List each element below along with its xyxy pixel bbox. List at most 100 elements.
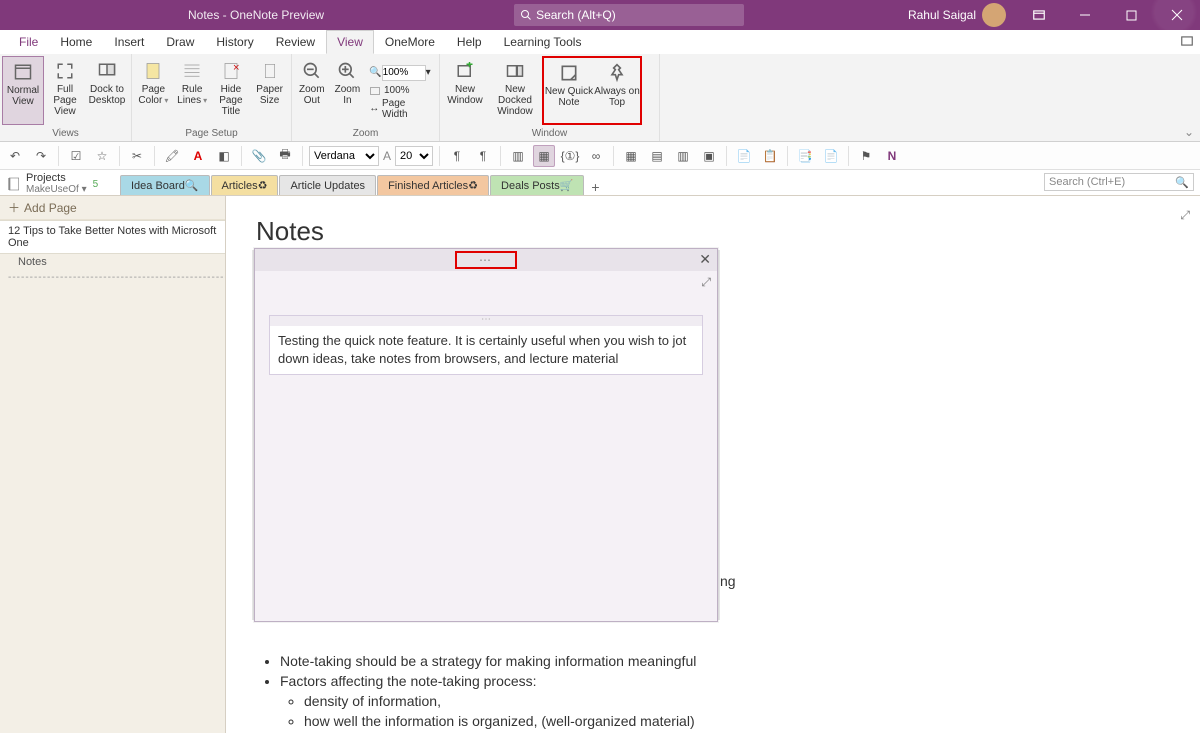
page-color-button[interactable]: Page Color [134,56,173,125]
highlight-button[interactable]: 🖍 [161,145,183,167]
undo-button[interactable]: ↶ [4,145,26,167]
quick-note-handle[interactable]: ⋯ [455,251,517,269]
section-articles[interactable]: Articles♻ [211,175,279,195]
section-idea-board[interactable]: Idea Board🔍 [120,175,210,195]
group-label-views: Views [0,127,131,141]
quick-note-text-container[interactable]: ⋯ Testing the quick note feature. It is … [269,315,703,375]
notebook-selector[interactable]: Projects MakeUseOf ▾ 5 [0,173,120,195]
group-label-window: Window [440,127,659,141]
search-placeholder: Search (Alt+Q) [536,8,616,22]
avatar[interactable] [982,3,1006,27]
table3-button[interactable]: ▥ [672,145,694,167]
zoom-percent-input[interactable] [382,65,426,81]
ribbon-display-button[interactable] [1016,0,1062,30]
todo-button[interactable]: ☑ [65,145,87,167]
tag-button[interactable]: ☆ [91,145,113,167]
code-button[interactable]: {①} [559,145,581,167]
section-finished-articles[interactable]: Finished Articles♻ [377,175,489,195]
quick-note-expand-icon[interactable]: ⤢ [701,275,711,290]
action2-button[interactable]: 📋 [759,145,781,167]
section-deals-posts[interactable]: Deals Posts🛒 [490,175,584,195]
tab-learning-tools[interactable]: Learning Tools [493,30,593,54]
zoom-in-icon [337,61,357,81]
quick-note-text[interactable]: Testing the quick note feature. It is ce… [270,326,702,374]
tab-home[interactable]: Home [49,30,103,54]
table2-button[interactable]: ▤ [646,145,668,167]
normal-view-button[interactable]: Normal View [2,56,44,125]
tab-onemore[interactable]: OneMore [374,30,446,54]
new-docked-window-button[interactable]: New Docked Window [488,56,542,125]
zoom-percent-field[interactable]: 🔍 ▾ [369,64,433,82]
full-page-toggle-icon[interactable]: ⤢ [1180,208,1190,223]
section-article-updates[interactable]: Article Updates [279,175,376,195]
table1-button[interactable]: ▦ [620,145,642,167]
ribbon-expand-icon[interactable]: ⌄ [1184,125,1194,139]
printout-button[interactable]: 🖶 [274,145,296,167]
hide-page-title-button[interactable]: Hide Page Title [212,56,251,125]
page-width-button[interactable]: ↔ Page Width [369,100,433,118]
tab-draw[interactable]: Draw [155,30,205,54]
search-cmd-button[interactable]: 📑 [794,145,816,167]
screen-clip-button[interactable]: ✂ [126,145,148,167]
font-select[interactable]: Verdana [309,146,379,166]
maximize-button[interactable] [1108,0,1154,30]
tab-file[interactable]: File [8,30,49,54]
tab-review[interactable]: Review [265,30,326,54]
dock-to-desktop-button[interactable]: Dock to Desktop [86,56,128,125]
ltr-button[interactable]: ¶ [446,145,468,167]
search-icon: 🔍 [1175,176,1189,189]
font-size-select[interactable]: 20 [395,146,433,166]
zoom-out-button[interactable]: Zoom Out [294,56,330,125]
quick-note-icon [559,63,579,83]
search-box[interactable]: Search (Alt+Q) [514,4,744,26]
tab-insert[interactable]: Insert [103,30,155,54]
link-button[interactable]: ∞ [585,145,607,167]
menu-bar: File Home Insert Draw History Review Vie… [0,30,1200,54]
always-on-top-button[interactable]: Always on Top [594,58,640,123]
notebook-icon [6,175,22,193]
dock-icon [97,62,117,80]
tab-view[interactable]: View [326,30,374,54]
attach-button[interactable]: 📎 [248,145,270,167]
add-page-button[interactable]: ＋ Add Page [0,196,225,220]
page-search-box[interactable]: Search (Ctrl+E) 🔍 [1044,173,1194,191]
notebook-name: Projects [26,173,87,184]
collapse-ribbon-button[interactable] [1180,34,1194,51]
tab-history[interactable]: History [205,30,264,54]
onenote-button[interactable]: N [881,145,903,167]
paper-size-icon [262,61,278,81]
flag-button[interactable]: ⚑ [855,145,877,167]
title-bar: Notes - OneNote Preview Search (Alt+Q) R… [0,0,1200,30]
font-color-button[interactable]: A [187,145,209,167]
quick-note-window[interactable]: ⋯ ✕ ⤢ ⋯ Testing the quick note feature. … [254,248,718,622]
quick-note-container-handle[interactable]: ⋯ [270,316,702,326]
minimize-button[interactable] [1062,0,1108,30]
tab-help[interactable]: Help [446,30,493,54]
quick-note-header[interactable]: ⋯ ✕ [255,249,717,271]
group-label-zoom: Zoom [292,127,439,141]
close-button[interactable] [1154,0,1200,30]
columns-button[interactable]: ▥ [507,145,529,167]
zoom-in-button[interactable]: Zoom In [330,56,366,125]
action1-button[interactable]: 📄 [733,145,755,167]
hide-title-icon [222,61,240,81]
merge-button[interactable]: ▣ [698,145,720,167]
subbullet-2: how well the information is organized, (… [304,711,1170,731]
user-name[interactable]: Rahul Saigal [908,8,976,22]
rtl-button[interactable]: ¶ [472,145,494,167]
redo-button[interactable]: ↷ [30,145,52,167]
quick-note-close-button[interactable]: ✕ [699,251,711,268]
subpage-notes[interactable]: Notes [0,254,225,270]
normal-view-icon [13,63,33,81]
page-12-tips[interactable]: 12 Tips to Take Better Notes with Micros… [0,220,225,254]
new-window-button[interactable]: New Window [442,56,488,125]
paper-size-button[interactable]: Paper Size [250,56,289,125]
toggle-button[interactable]: ▦ [533,145,555,167]
note-title[interactable]: Notes [256,216,1170,247]
full-page-view-button[interactable]: Full Page View [44,56,86,125]
new-quick-note-button[interactable]: New Quick Note [544,58,594,123]
eraser-button[interactable]: ◧ [213,145,235,167]
copy-cmd-button[interactable]: 📄 [820,145,842,167]
add-section-button[interactable]: + [585,179,605,195]
rule-lines-button[interactable]: Rule Lines [173,56,212,125]
